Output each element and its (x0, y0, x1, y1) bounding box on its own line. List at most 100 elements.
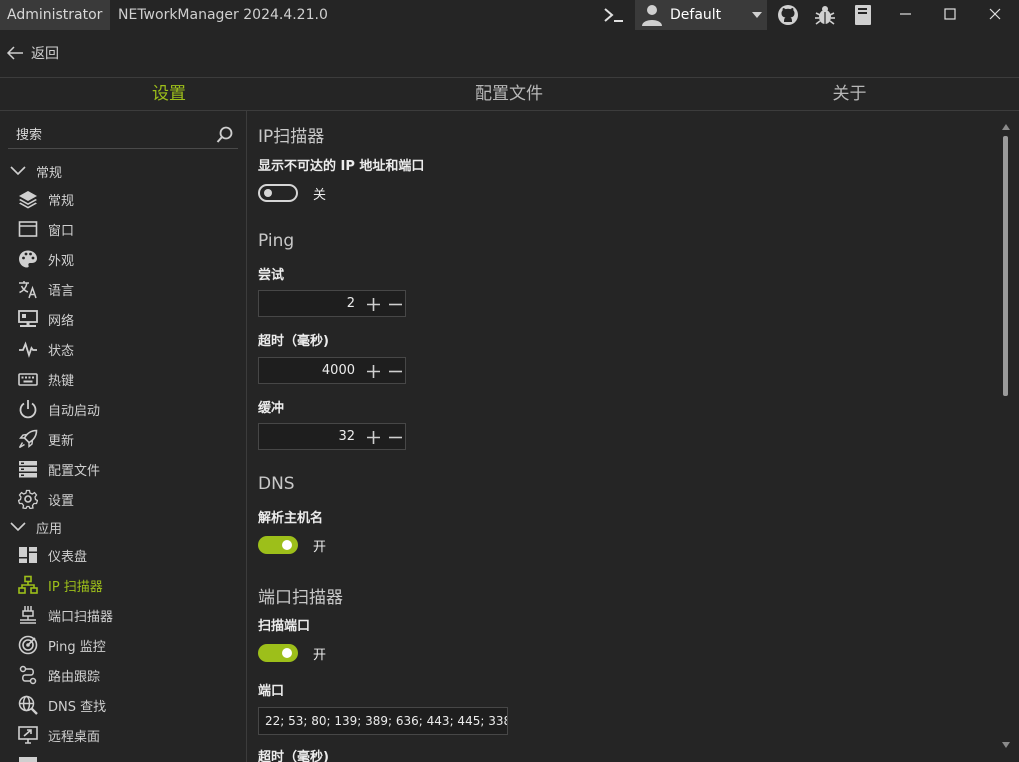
section-heading-dns: DNS (258, 474, 295, 494)
ports-label: 端口 (258, 684, 285, 699)
plus-icon[interactable] (366, 297, 381, 312)
ethernet-port-icon (18, 605, 38, 625)
group-general[interactable]: 常规 (10, 159, 62, 183)
sidebar-item-profiles[interactable]: 配置文件 (18, 457, 100, 481)
minus-icon[interactable] (388, 364, 403, 379)
section-heading-ip-scanner: IP扫描器 (258, 127, 325, 147)
toggle-switch[interactable] (258, 536, 298, 554)
sidebar-item-port-scanner[interactable]: 端口扫描器 (18, 603, 113, 627)
buffer-value[interactable]: 32 (338, 424, 355, 450)
keyboard-icon (18, 369, 38, 389)
ports-input[interactable]: 22; 53; 80; 139; 389; 636; 443; 445; 338… (258, 707, 508, 735)
network-icon (18, 309, 38, 329)
attempts-label: 尝试 (258, 268, 285, 283)
section-heading-ping: Ping (258, 231, 295, 251)
bug-icon[interactable] (814, 4, 836, 26)
palette-icon (18, 249, 38, 269)
scan-ports-label: 扫描端口 (258, 619, 311, 634)
chevron-down-icon (752, 12, 762, 18)
user-icon (641, 3, 663, 27)
back-label: 返回 (31, 46, 59, 62)
maximize-button[interactable] (940, 4, 960, 24)
settings-content: IP扫描器 显示不可达的 IP 地址和端口 关 Ping 尝试 2 超时（毫秒)… (247, 110, 1019, 762)
sidebar-item-dashboard[interactable]: 仪表盘 (18, 543, 87, 567)
toggle-switch[interactable] (258, 184, 298, 202)
server-icon (18, 459, 38, 479)
radar-icon (18, 635, 38, 655)
title-bar: Administrator NETworkManager 2024.4.21.0… (0, 0, 1019, 30)
close-button[interactable] (985, 4, 1005, 24)
dns-search-icon (18, 695, 38, 715)
tab-about[interactable]: 关于 (680, 78, 1019, 110)
attempts-stepper[interactable]: 2 (258, 290, 406, 317)
sidebar-item-ip-scanner[interactable]: IP 扫描器 (18, 573, 103, 597)
remote-desktop-icon (18, 725, 38, 745)
scroll-up-icon[interactable] (1002, 124, 1010, 130)
sidebar-item-hotkeys[interactable]: 热键 (18, 367, 74, 391)
scan-ports-toggle[interactable]: 开 (258, 642, 326, 664)
search-box (8, 122, 238, 149)
sidebar-item-network[interactable]: 网络 (18, 307, 74, 331)
sidebar-item-update[interactable]: 更新 (18, 427, 74, 451)
buffer-label: 缓冲 (258, 401, 285, 416)
search-input[interactable] (8, 122, 216, 148)
tab-settings[interactable]: 设置 (0, 78, 338, 110)
sidebar-item-dns-lookup[interactable]: DNS 查找 (18, 693, 106, 717)
route-icon (18, 665, 38, 685)
scroll-down-icon[interactable] (1002, 742, 1010, 748)
sidebar-item-settings[interactable]: 设置 (18, 487, 74, 511)
tab-profiles[interactable]: 配置文件 (339, 78, 679, 110)
book-icon[interactable] (853, 4, 873, 26)
group-applications[interactable]: 应用 (10, 515, 62, 539)
buffer-stepper[interactable]: 32 (258, 423, 406, 450)
show-unreachable-toggle[interactable]: 关 (258, 182, 326, 204)
window-icon (18, 219, 38, 239)
ping-timeout-stepper[interactable]: 4000 (258, 357, 406, 384)
profile-select[interactable]: Default (635, 0, 767, 30)
ping-timeout-value[interactable]: 4000 (322, 358, 355, 384)
back-button[interactable]: 返回 (6, 42, 59, 64)
sidebar-item-remote-desktop[interactable]: 远程桌面 (18, 723, 100, 747)
gear-icon (18, 489, 38, 509)
scroll-thumb[interactable] (1003, 136, 1008, 396)
translate-icon (18, 279, 38, 299)
resolve-hostname-toggle[interactable]: 开 (258, 534, 326, 556)
plus-icon[interactable] (366, 364, 381, 379)
search-icon[interactable] (216, 126, 234, 144)
terminal-icon[interactable] (603, 5, 625, 25)
plus-icon[interactable] (366, 430, 381, 445)
minus-icon[interactable] (388, 297, 403, 312)
user-badge: Administrator (0, 0, 111, 30)
section-heading-port-scanner: 端口扫描器 (258, 588, 343, 608)
toggle-switch[interactable] (258, 644, 298, 662)
arrow-left-icon (6, 46, 23, 60)
port-timeout-label: 超时（毫秒) (258, 750, 329, 762)
github-icon[interactable] (777, 4, 799, 26)
main-tabs: 设置 配置文件 关于 (0, 77, 1019, 111)
sidebar-item-autostart[interactable]: 自动启动 (18, 397, 100, 421)
minus-icon[interactable] (388, 430, 403, 445)
layers-icon (18, 189, 38, 209)
sidebar-item-language[interactable]: 语言 (18, 277, 74, 301)
sidebar-item-ping-monitor[interactable]: Ping 监控 (18, 633, 106, 657)
sidebar-item-partial[interactable] (18, 753, 38, 762)
resolve-hostname-label: 解析主机名 (258, 511, 324, 526)
attempts-value[interactable]: 2 (347, 291, 355, 317)
minimize-button[interactable] (896, 4, 916, 24)
sidebar-item-status[interactable]: 状态 (18, 337, 74, 361)
power-icon (18, 399, 38, 419)
pulse-icon (18, 339, 38, 359)
content-scrollbar[interactable] (999, 120, 1013, 756)
chevron-down-icon (10, 522, 26, 532)
sidebar-item-appearance[interactable]: 外观 (18, 247, 74, 271)
app-title: NETworkManager 2024.4.21.0 (118, 7, 328, 23)
terminal-icon (18, 755, 38, 762)
settings-sidebar: 常规 常规 窗口 外观 语言 网络 状态 热键 自动启动 更新 配置文件 (0, 110, 247, 762)
rocket-icon (18, 429, 38, 449)
show-unreachable-label: 显示不可达的 IP 地址和端口 (258, 159, 425, 174)
sidebar-item-traceroute[interactable]: 路由跟踪 (18, 663, 100, 687)
profile-select-value: Default (670, 7, 722, 23)
sidebar-item-window[interactable]: 窗口 (18, 217, 74, 241)
sidebar-item-general[interactable]: 常规 (18, 187, 74, 211)
chevron-down-icon (10, 166, 26, 176)
